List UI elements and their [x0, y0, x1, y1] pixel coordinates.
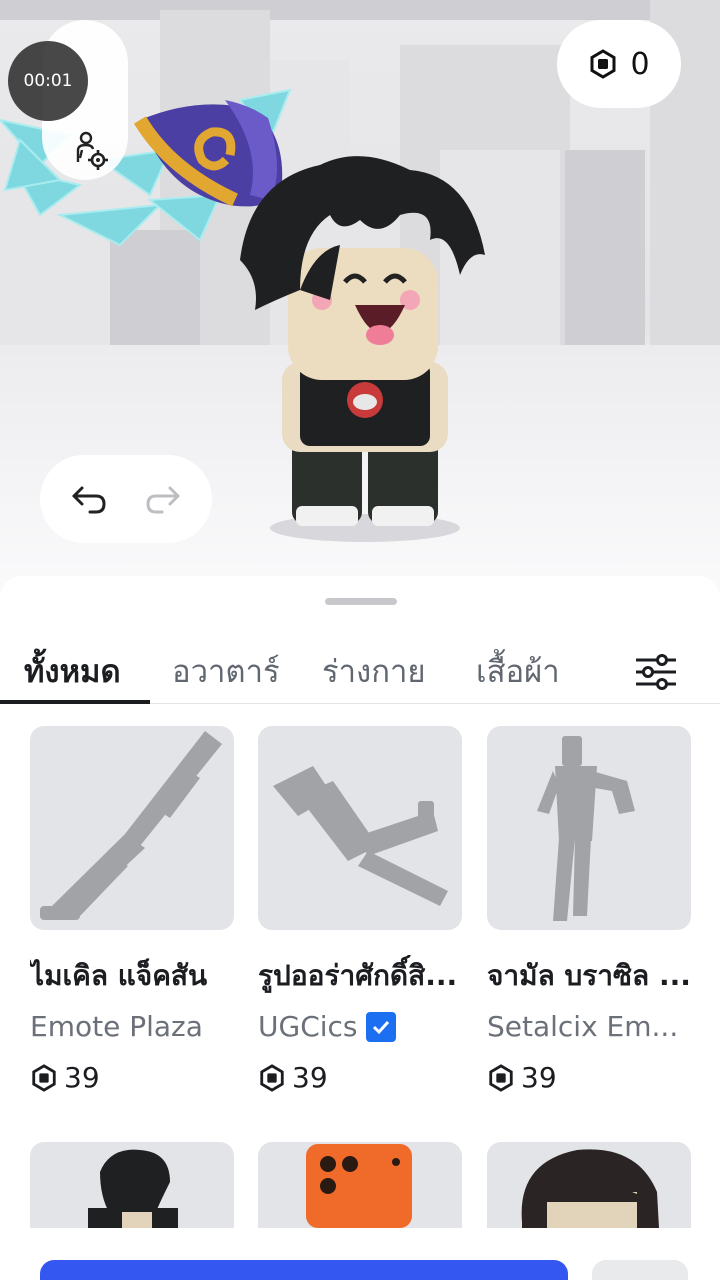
item-thumbnail: [487, 1142, 691, 1228]
item-creator-name: UGCics: [258, 1010, 358, 1043]
tab-clothing[interactable]: เสื้อผ้า: [476, 636, 560, 706]
emote-pose-silhouette: [273, 766, 448, 906]
item-thumbnail: [30, 726, 234, 930]
item-price-value: 39: [292, 1061, 328, 1094]
item-creator[interactable]: Emote Plaza: [30, 1010, 236, 1043]
item-card[interactable]: รูปออร่าศักดิ์สิ... UGCics 39: [258, 726, 464, 1094]
item-thumbnail: [487, 726, 691, 930]
secondary-action-button[interactable]: [592, 1260, 688, 1280]
robux-hexagon-icon: [32, 1063, 56, 1092]
item-name: จามัล บราซิล ...: [487, 959, 691, 992]
undo-arrow-icon: [72, 486, 106, 514]
tab-scroll-fade: [600, 636, 620, 696]
item-thumbnail: [30, 1142, 234, 1228]
emote-pose-silhouette: [537, 736, 635, 921]
filter-button[interactable]: [628, 644, 684, 700]
undo-redo-pill: [40, 455, 212, 543]
item-price-value: 39: [521, 1061, 557, 1094]
avatar-settings-icon[interactable]: [68, 128, 112, 172]
robux-hexagon-icon: [489, 1063, 513, 1092]
item-price: 39: [30, 1061, 236, 1094]
item-card[interactable]: [30, 1142, 236, 1228]
verified-badge-icon: [365, 1011, 396, 1042]
active-tab-indicator: [0, 700, 150, 704]
item-card[interactable]: จามัล บราซิล ... Setalcix Em... 39: [487, 726, 693, 1094]
item-thumbnail: [258, 726, 462, 930]
item-thumbnail: [258, 1142, 462, 1228]
tab-all[interactable]: ทั้งหมด: [24, 636, 121, 706]
sliders-filter-icon: [636, 654, 676, 690]
robux-balance-pill[interactable]: 0: [557, 20, 681, 108]
hair-item-image: [88, 1149, 178, 1228]
item-price: 39: [487, 1061, 693, 1094]
hair-item-image: [521, 1149, 659, 1228]
item-card[interactable]: [487, 1142, 693, 1228]
undo-button[interactable]: [66, 475, 114, 523]
tab-avatar[interactable]: อวาตาร์: [172, 636, 280, 706]
item-price-value: 39: [64, 1061, 100, 1094]
item-creator-name: Emote Plaza: [30, 1010, 203, 1043]
redo-arrow-icon: [146, 486, 180, 514]
robux-hexagon-icon: [590, 49, 616, 79]
phone-accessory-image: [306, 1144, 412, 1228]
item-name: ไมเคิล แจ็คสัน: [30, 959, 208, 992]
item-price: 39: [258, 1061, 464, 1094]
robux-balance-value: 0: [630, 46, 650, 82]
item-creator[interactable]: UGCics: [258, 1010, 464, 1043]
tab-body[interactable]: ร่างกาย: [322, 636, 426, 706]
item-card[interactable]: ไมเคิล แจ็คสัน Emote Plaza 39: [30, 726, 236, 1094]
primary-action-button[interactable]: [40, 1260, 568, 1280]
redo-button[interactable]: [138, 475, 186, 523]
sheet-drag-handle[interactable]: [325, 598, 397, 605]
emote-pose-silhouette: [40, 731, 222, 920]
recording-timer: 00:01: [8, 41, 88, 121]
item-creator[interactable]: Setalcix Em...: [487, 1010, 693, 1043]
item-creator-name: Setalcix Em...: [487, 1010, 679, 1043]
catalog-sheet: ทั้งหมด อวาตาร์ ร่างกาย เสื้อผ้า ไมเคิล …: [0, 576, 720, 1280]
avatar-preview-scene[interactable]: 00:01 0: [0, 0, 720, 600]
item-name: รูปออร่าศักดิ์สิ...: [258, 959, 458, 992]
item-card[interactable]: [258, 1142, 464, 1228]
robux-hexagon-icon: [260, 1063, 284, 1092]
item-grid: ไมเคิล แจ็คสัน Emote Plaza 39 รูปออร่าศั…: [0, 726, 720, 1230]
